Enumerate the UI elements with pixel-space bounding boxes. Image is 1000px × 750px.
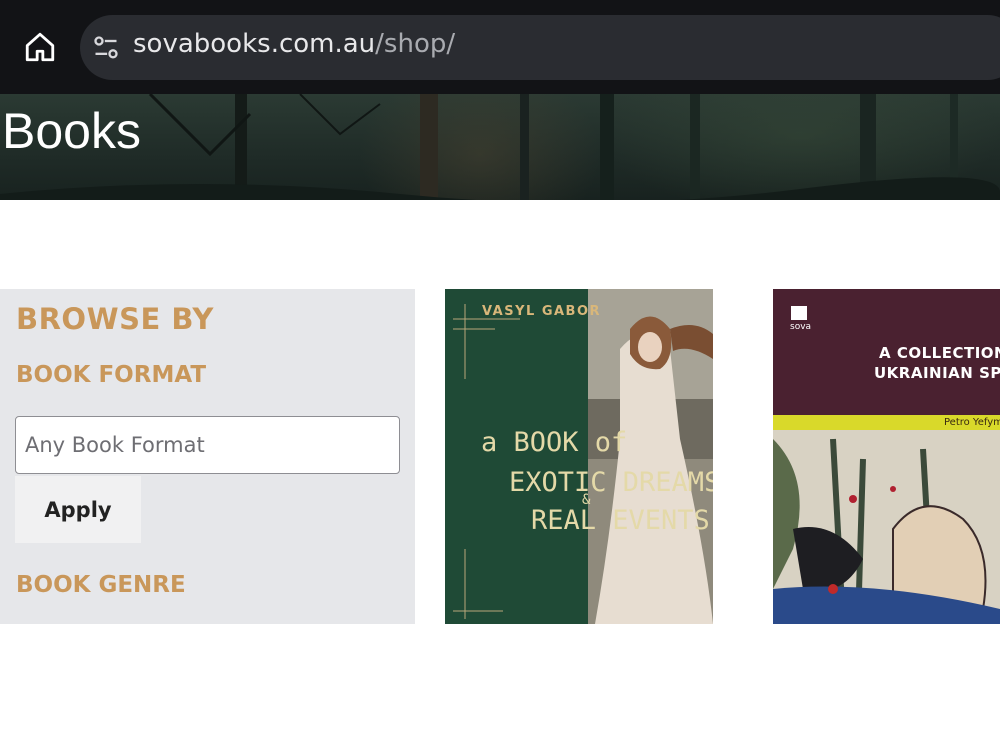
book-genre-label[interactable]: BOOK GENRE bbox=[16, 572, 186, 598]
url-text[interactable]: sovabooks.com.au/shop/ bbox=[133, 29, 455, 59]
book-format-select[interactable]: Any Book Format bbox=[15, 416, 400, 474]
book-cover-exotic-dreams[interactable]: VASYL GABOR a BOOK of EXOTIC DREAMS & RE… bbox=[445, 289, 713, 624]
browser-toolbar: sovabooks.com.au/shop/ bbox=[0, 0, 1000, 94]
apply-button[interactable]: Apply bbox=[15, 476, 141, 543]
hero-banner: Books bbox=[0, 94, 1000, 200]
book-format-label: BOOK FORMAT bbox=[16, 362, 207, 388]
book-title-line: REAL EVENTS bbox=[531, 505, 710, 536]
book-author: VASYL GABOR bbox=[482, 304, 602, 319]
tune-icon[interactable] bbox=[92, 34, 120, 62]
cover-illustration bbox=[773, 289, 1000, 624]
home-button[interactable] bbox=[18, 25, 62, 69]
url-host: sovabooks.com.au bbox=[133, 29, 376, 59]
address-bar[interactable]: sovabooks.com.au/shop/ bbox=[80, 15, 1000, 80]
browse-by-heading: BROWSE BY bbox=[16, 302, 214, 336]
filter-sidebar: BROWSE BY BOOK FORMAT Any Book Format Ap… bbox=[0, 289, 415, 624]
page-title: Books bbox=[2, 103, 141, 159]
book-title-line: a BOOK of bbox=[481, 427, 628, 458]
book-cover-ukrainian-spells[interactable]: sova A COLLECTION OF UKRAINIAN SPELL Pet… bbox=[773, 289, 1000, 624]
forest-background bbox=[0, 94, 1000, 200]
home-icon bbox=[25, 32, 55, 62]
book-title-line: EXOTIC DREAMS bbox=[509, 467, 713, 498]
book-format-value: Any Book Format bbox=[25, 433, 205, 457]
book-author: Petro Yefyme bbox=[944, 417, 1000, 428]
book-title-line: A COLLECTION OF bbox=[879, 344, 1000, 362]
publisher-logo-text: sova bbox=[790, 322, 812, 332]
book-title-line: UKRAINIAN SPELL bbox=[874, 364, 1000, 382]
url-path: /shop/ bbox=[375, 29, 456, 59]
